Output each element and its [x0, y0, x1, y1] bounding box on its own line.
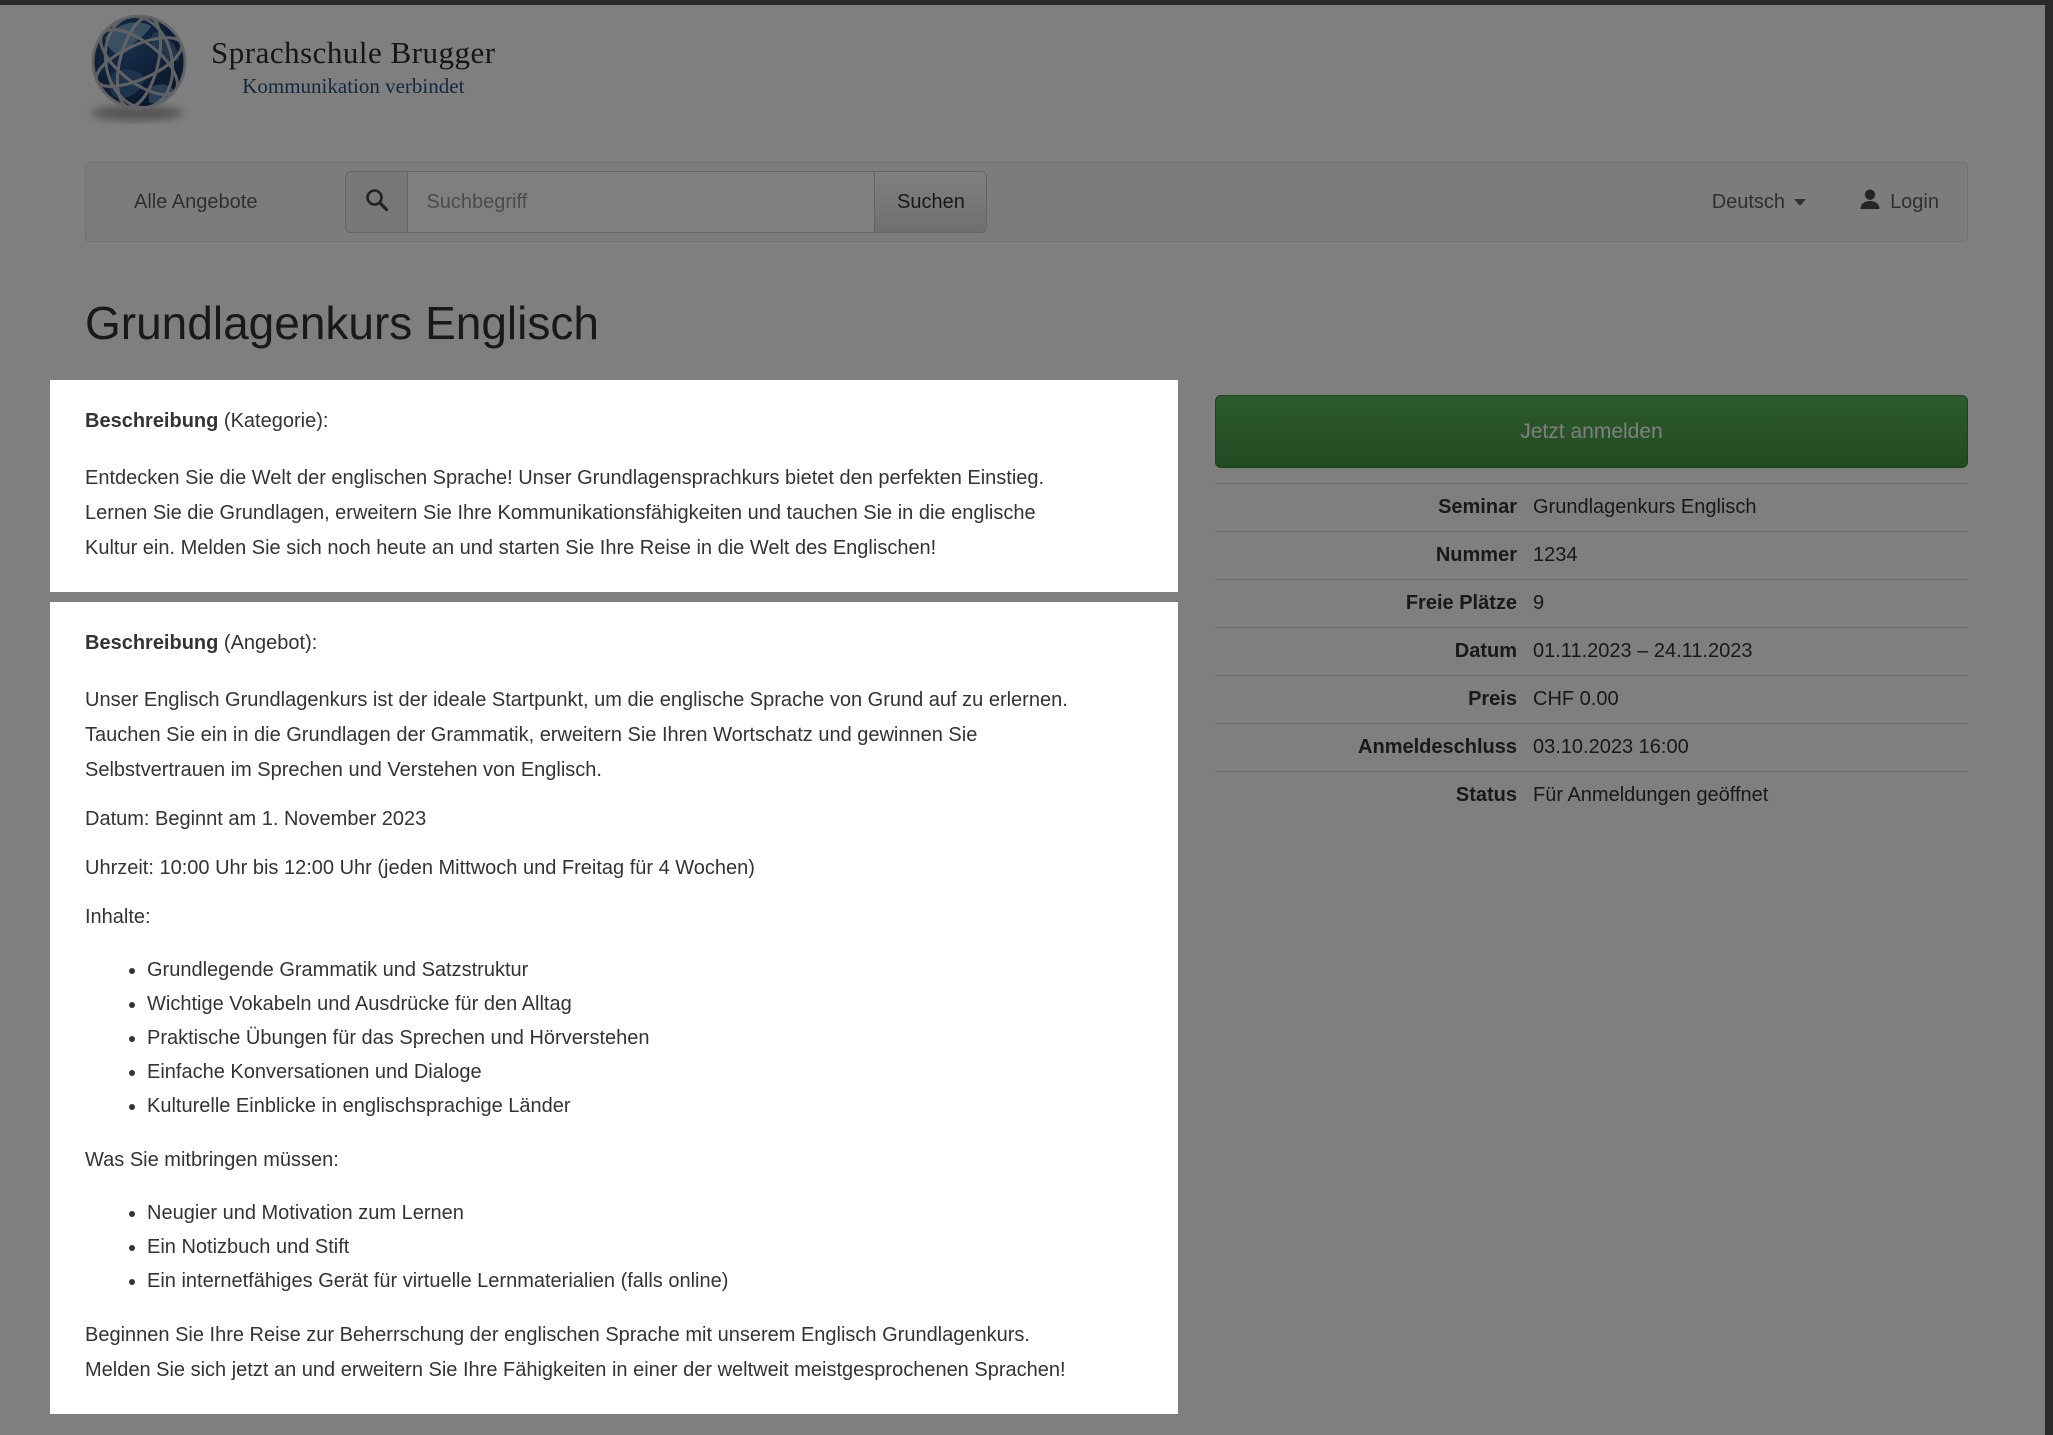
list-item: Ein internetfähiges Gerät für virtuelle …	[147, 1264, 1080, 1298]
list-item: Grundlegende Grammatik und Satzstruktur	[147, 953, 1080, 987]
category-description-panel: Beschreibung (Kategorie): Entdecken Sie …	[50, 380, 1178, 592]
heading-rest: (Angebot):	[218, 632, 318, 654]
list-item: Ein Notizbuch und Stift	[147, 1230, 1080, 1264]
heading-bold: Beschreibung	[85, 632, 219, 654]
offer-description-heading: Beschreibung (Angebot):	[85, 626, 1080, 661]
heading-bold: Beschreibung	[85, 410, 219, 432]
list-item: Einfache Konversationen und Dialoge	[147, 1055, 1080, 1089]
offer-outro-text: Beginnen Sie Ihre Reise zur Beherrschung…	[85, 1324, 1066, 1381]
description-column: Beschreibung (Kategorie): Entdecken Sie …	[50, 380, 1179, 1414]
category-description-text: Entdecken Sie die Welt der englischen Sp…	[85, 467, 1045, 559]
window-right-edge	[2045, 0, 2053, 1435]
category-description-heading: Beschreibung (Kategorie):	[85, 404, 1080, 439]
offer-inhalte-label: Inhalte:	[85, 906, 151, 928]
offer-uhrzeit-line: Uhrzeit: 10:00 Uhr bis 12:00 Uhr (jeden …	[85, 857, 755, 879]
inhalte-list: Grundlegende Grammatik und SatzstrukturW…	[85, 953, 1080, 1123]
mitbringen-list: Neugier und Motivation zum LernenEin Not…	[85, 1196, 1080, 1298]
list-item: Neugier und Motivation zum Lernen	[147, 1196, 1080, 1230]
window-top-edge	[0, 0, 2053, 5]
offer-mitbringen-label: Was Sie mitbringen müssen:	[85, 1149, 339, 1171]
offer-datum-line: Datum: Beginnt am 1. November 2023	[85, 808, 427, 830]
list-item: Kulturelle Einblicke in englischsprachig…	[147, 1089, 1080, 1123]
offer-intro-text: Unser Englisch Grundlagenkurs ist der id…	[85, 689, 1068, 781]
list-item: Wichtige Vokabeln und Ausdrücke für den …	[147, 987, 1080, 1021]
offer-description-panel: Beschreibung (Angebot): Unser Englisch G…	[50, 602, 1178, 1414]
heading-rest: (Kategorie):	[218, 410, 329, 432]
list-item: Praktische Übungen für das Sprechen und …	[147, 1021, 1080, 1055]
